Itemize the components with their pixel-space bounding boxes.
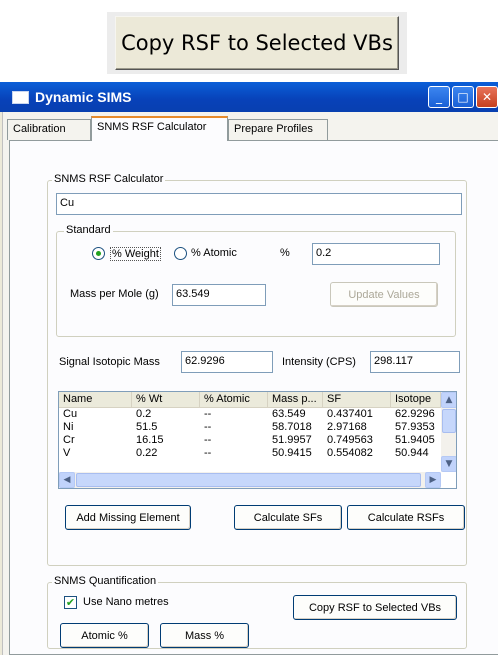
scroll-up-icon[interactable]: ▲ (441, 392, 456, 408)
signal-mass-input[interactable]: 62.9296 (181, 351, 273, 373)
cell-mass: 51.9957 (272, 434, 312, 446)
close-icon: ✕ (481, 90, 493, 104)
horizontal-scroll-thumb[interactable] (76, 473, 421, 487)
calculate-sfs-button[interactable]: Calculate SFs (234, 505, 342, 530)
dynamic-sims-window: Dynamic SIMS _ □ ✕ Calibration SNMS RSF … (0, 82, 498, 655)
use-nano-metres-checkbox[interactable]: ✔ (64, 596, 77, 609)
cell-atomic: -- (204, 447, 212, 459)
close-button[interactable]: ✕ (476, 86, 498, 108)
cell-sf: 0.554082 (327, 447, 373, 459)
cell-wt: 51.5 (136, 421, 158, 433)
cell-mass: 58.7018 (272, 421, 312, 433)
cell-atomic: -- (204, 408, 212, 420)
scroll-down-icon[interactable]: ▼ (441, 456, 456, 472)
tab-prepare-profiles[interactable]: Prepare Profiles (228, 119, 328, 140)
table-row[interactable]: Cu 0.2 -- 63.549 0.437401 62.9296 (59, 408, 441, 421)
window-client: Calibration SNMS RSF Calculator Prepare … (2, 112, 498, 655)
percent-input[interactable]: 0.2 (312, 243, 440, 265)
vertical-scroll-thumb[interactable] (442, 409, 456, 433)
cell-wt: 16.15 (136, 434, 164, 446)
cell-isotope: 51.9405 (395, 434, 435, 446)
maximize-icon: □ (457, 90, 469, 104)
horizontal-scrollbar[interactable]: ◀ ▶ (59, 472, 441, 488)
signal-mass-label: Signal Isotopic Mass (59, 356, 160, 368)
column-header-isotope[interactable]: Isotope (391, 392, 441, 408)
column-header-sf[interactable]: SF (323, 392, 391, 408)
scroll-right-icon[interactable]: ▶ (425, 472, 441, 488)
window-icon (12, 91, 29, 104)
tab-calibration[interactable]: Calibration (7, 119, 91, 140)
cell-wt: 0.2 (136, 408, 152, 420)
atomic-radio-label[interactable]: % Atomic (191, 247, 237, 259)
cell-isotope: 57.9353 (395, 421, 435, 433)
cell-wt: 0.22 (136, 447, 158, 459)
weight-radio-label[interactable]: % Weight (110, 247, 161, 261)
cell-sf: 0.437401 (327, 408, 373, 420)
weight-radio[interactable] (92, 247, 105, 260)
column-header-name[interactable]: Name (59, 392, 132, 408)
cell-name: V (63, 447, 71, 459)
window-title: Dynamic SIMS (35, 89, 132, 105)
cell-sf: 0.749563 (327, 434, 373, 446)
element-input[interactable]: Cu (56, 193, 462, 215)
cell-mass: 50.9415 (272, 447, 312, 459)
cell-isotope: 62.9296 (395, 408, 435, 420)
copy-rsf-button-zoomed[interactable]: Copy RSF to Selected VBs (115, 16, 399, 70)
cell-name: Ni (63, 421, 74, 433)
table-row[interactable]: V 0.22 -- 50.9415 0.554082 50.944 (59, 447, 441, 460)
table-row[interactable]: Cr 16.15 -- 51.9957 0.749563 51.9405 (59, 434, 441, 447)
cell-name: Cu (63, 408, 78, 420)
minimize-icon: _ (436, 90, 442, 104)
rsf-calculator-group-label: SNMS RSF Calculator (52, 173, 166, 185)
cell-sf: 2.97168 (327, 421, 367, 433)
standard-group-label: Standard (64, 224, 113, 236)
add-missing-element-button[interactable]: Add Missing Element (65, 505, 191, 530)
mass-percent-button[interactable]: Mass % (160, 623, 249, 648)
intensity-label: Intensity (CPS) (282, 356, 356, 368)
cell-mass: 63.549 (272, 408, 306, 420)
cell-atomic: -- (204, 421, 212, 433)
vertical-scrollbar[interactable]: ▲ ▼ (441, 392, 456, 472)
minimize-button[interactable]: _ (428, 86, 450, 108)
tab-panel: SNMS RSF Calculator Cu Standard % Weight… (9, 140, 498, 655)
atomic-radio[interactable] (174, 247, 187, 260)
scroll-left-icon[interactable]: ◀ (59, 472, 75, 488)
column-header-wt[interactable]: % Wt (132, 392, 200, 408)
cell-name: Cr (63, 434, 75, 446)
table-row[interactable]: Ni 51.5 -- 58.7018 2.97168 57.9353 (59, 421, 441, 434)
elements-table[interactable]: Name % Wt % Atomic Mass p... SF Isotope … (58, 391, 457, 489)
atomic-percent-button[interactable]: Atomic % (60, 623, 149, 648)
tab-snms-rsf-calculator[interactable]: SNMS RSF Calculator (91, 116, 228, 141)
radio-selected-dot (96, 251, 101, 256)
title-bar: Dynamic SIMS _ □ ✕ (0, 82, 498, 112)
mass-per-mole-label: Mass per Mole (g) (70, 288, 159, 300)
quantification-group-label: SNMS Quantification (52, 575, 159, 587)
calculate-rsfs-button[interactable]: Calculate RSFs (347, 505, 465, 530)
use-nano-metres-label[interactable]: Use Nano metres (83, 596, 169, 608)
column-header-mass[interactable]: Mass p... (268, 392, 323, 408)
column-header-atomic[interactable]: % Atomic (200, 392, 268, 408)
percent-label: % (280, 247, 290, 259)
intensity-input[interactable]: 298.117 (370, 351, 460, 373)
mass-per-mole-input[interactable]: 63.549 (172, 284, 266, 306)
update-values-button[interactable]: Update Values (330, 282, 438, 307)
cell-atomic: -- (204, 434, 212, 446)
copy-rsf-button[interactable]: Copy RSF to Selected VBs (293, 595, 457, 620)
cell-isotope: 50.944 (395, 447, 429, 459)
maximize-button[interactable]: □ (452, 86, 474, 108)
